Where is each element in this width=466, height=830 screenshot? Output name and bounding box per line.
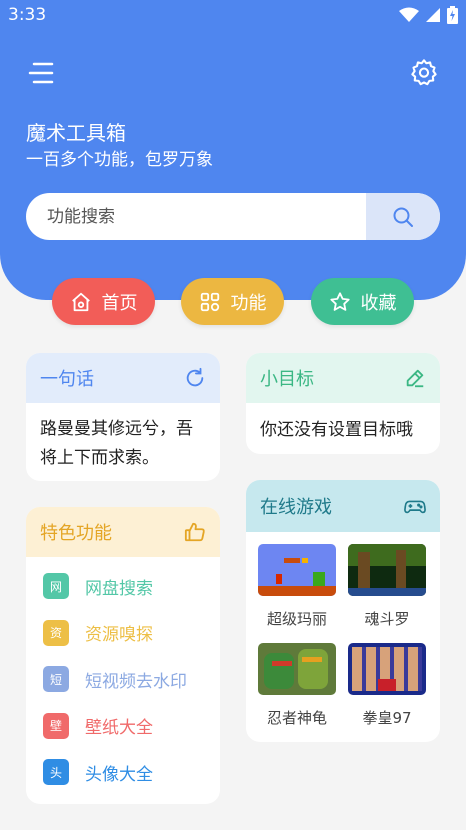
quote-card: 一句话 路曼曼其修远兮，吾将上下而求索。 — [26, 353, 220, 481]
feature-label: 壁纸大全 — [85, 718, 153, 739]
goal-card-title: 小目标 — [260, 369, 314, 390]
star-icon — [329, 291, 350, 311]
quote-card-title: 一句话 — [40, 369, 94, 390]
feature-label: 资源嗅探 — [85, 625, 153, 646]
quote-text: 路曼曼其修远兮，吾将上下而求索。 — [40, 419, 193, 468]
feature-badge: 头 — [43, 759, 69, 786]
battery-icon — [447, 6, 458, 24]
nav-favorites-button[interactable]: 收藏 — [311, 278, 414, 325]
game-name: 拳皇97 — [362, 709, 412, 727]
grid-icon — [200, 292, 219, 311]
feature-card-header: 特色功能 — [26, 507, 220, 557]
feature-item-netdisk[interactable]: 网 网盘搜索 — [26, 563, 220, 610]
feature-item-wallpaper[interactable]: 壁 壁纸大全 — [26, 703, 220, 750]
feature-badge: 网 — [43, 573, 69, 600]
game-name: 魂斗罗 — [364, 610, 410, 628]
game-thumbnail — [258, 544, 336, 596]
feature-badge: 资 — [43, 619, 69, 646]
game-name: 忍者神龟 — [266, 709, 327, 727]
app-subtitle: 一百多个功能，包罗万象 — [26, 150, 213, 170]
status-icons — [399, 6, 458, 24]
game-thumbnail — [258, 643, 336, 695]
nav-home-button[interactable]: 首页 — [52, 278, 155, 325]
signal-icon — [426, 8, 440, 22]
search-button[interactable] — [366, 193, 440, 240]
feature-label: 短视频去水印 — [85, 671, 187, 692]
goal-card: 小目标 你还没有设置目标哦 — [246, 353, 440, 454]
status-bar: 3:33 — [0, 0, 466, 32]
game-thumbnail — [348, 643, 426, 695]
games-card-title: 在线游戏 — [260, 497, 332, 518]
nav-functions-button[interactable]: 功能 — [181, 278, 284, 325]
feature-label: 网盘搜索 — [85, 578, 153, 599]
gamepad-icon — [404, 500, 426, 514]
feature-badge: 壁 — [43, 712, 69, 739]
feature-item-watermark[interactable]: 短 短视频去水印 — [26, 656, 220, 703]
game-name: 超级玛丽 — [266, 610, 327, 628]
menu-icon[interactable] — [28, 60, 54, 86]
home-icon — [71, 292, 90, 311]
game-item-kof97[interactable]: 拳皇97 — [347, 643, 427, 728]
edit-icon[interactable] — [404, 367, 426, 389]
gear-icon[interactable] — [410, 58, 438, 86]
status-time: 3:33 — [8, 5, 47, 25]
search-icon — [393, 207, 413, 227]
nav-favorites-label: 收藏 — [360, 292, 397, 314]
feature-item-avatar[interactable]: 头 头像大全 — [26, 749, 220, 796]
feature-label: 头像大全 — [85, 764, 153, 785]
goal-card-header: 小目标 — [246, 353, 440, 403]
search-bar — [26, 193, 440, 240]
quote-card-header: 一句话 — [26, 353, 220, 403]
refresh-icon[interactable] — [184, 367, 206, 389]
feature-card-title: 特色功能 — [40, 523, 112, 544]
games-card: 在线游戏 超级玛丽 魂斗罗 忍者神龟 拳皇97 — [246, 480, 440, 742]
game-thumbnail — [348, 544, 426, 596]
wifi-icon — [399, 7, 419, 22]
feature-list: 网 网盘搜索 资 资源嗅探 短 短视频去水印 壁 壁纸大全 头 头像大全 — [26, 557, 220, 796]
feature-item-sniffer[interactable]: 资 资源嗅探 — [26, 610, 220, 657]
nav-home-label: 首页 — [101, 292, 138, 314]
app-title: 魔术工具箱 — [26, 121, 126, 145]
game-item-tmnt[interactable]: 忍者神龟 — [257, 643, 337, 728]
game-item-contra[interactable]: 魂斗罗 — [347, 544, 427, 629]
thumbs-up-icon — [184, 522, 205, 542]
nav-functions-label: 功能 — [230, 292, 267, 314]
game-item-mario[interactable]: 超级玛丽 — [257, 544, 337, 629]
goal-text[interactable]: 你还没有设置目标哦 — [246, 403, 440, 440]
games-card-header: 在线游戏 — [246, 480, 440, 532]
feature-card: 特色功能 网 网盘搜索 资 资源嗅探 短 短视频去水印 壁 壁纸大全 头 头像大… — [26, 507, 220, 804]
search-input[interactable] — [26, 193, 366, 240]
feature-badge: 短 — [43, 666, 69, 693]
